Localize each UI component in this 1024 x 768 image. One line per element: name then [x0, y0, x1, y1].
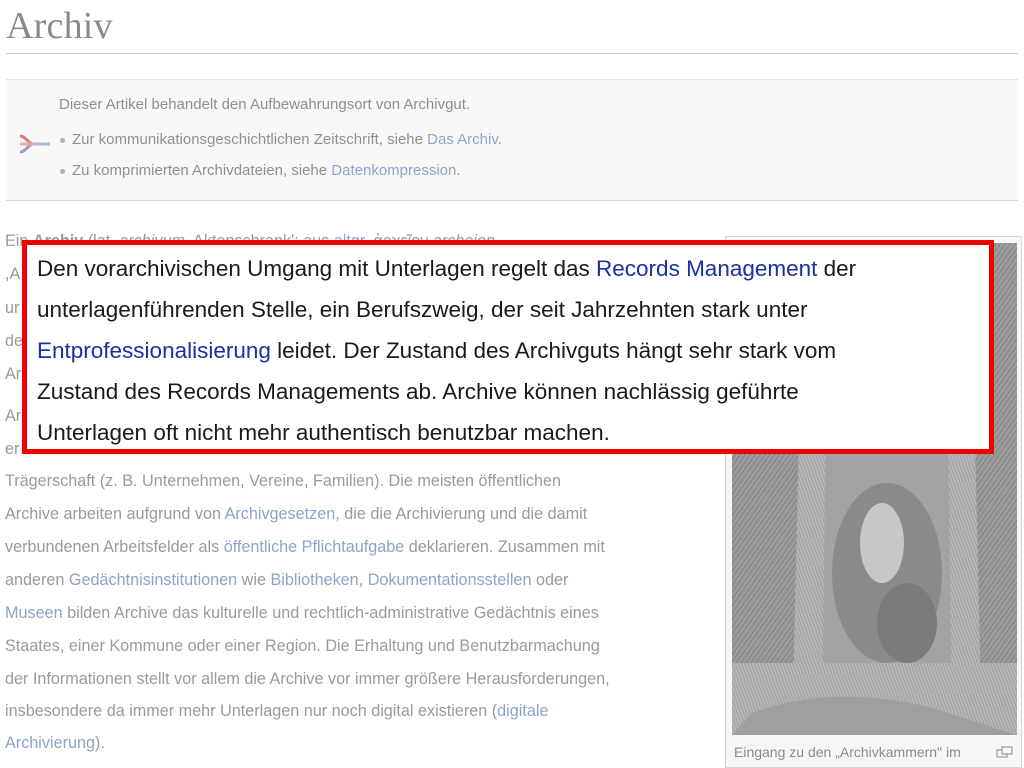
- link-oeffentliche-pflichtaufgabe[interactable]: öffentliche Pflichtaufgabe: [224, 538, 405, 556]
- body-line: er: [5, 440, 20, 458]
- body-line: Staates, einer Kommune oder einer Region…: [5, 637, 600, 655]
- body-text: verbundenen Arbeitsfelder als: [5, 538, 224, 556]
- link-archivgesetzen[interactable]: Archivgesetzen: [225, 505, 336, 523]
- body-line: Archivierung).: [5, 733, 105, 753]
- disambiguation-hatnote: Dieser Artikel behandelt den Aufbewahrun…: [6, 79, 1018, 201]
- body-text: , die die Archivierung und die damit: [335, 505, 588, 523]
- body-text: wie: [237, 571, 271, 589]
- link-dokumentationsstellen[interactable]: Dokumentationsstellen: [368, 571, 532, 589]
- disambiguation-icon: [19, 134, 50, 154]
- hatnote-item: Zu komprimierten Archivdateien, siehe Da…: [60, 161, 502, 192]
- body-line: ur: [5, 299, 20, 317]
- hatnote-item-text: Zur kommunikationsgeschichtlichen Zeitsc…: [72, 131, 428, 148]
- hatnote-item-text: Zu komprimierten Archivdateien, siehe: [72, 162, 332, 179]
- excerpt-line: Entprofessionalisierung leidet. Der Zust…: [37, 337, 836, 365]
- title-divider: [6, 53, 1018, 54]
- body-text: insbesondere da immer mehr Unterlagen nu…: [5, 702, 498, 720]
- body-line: insbesondere da immer mehr Unterlagen nu…: [5, 701, 548, 721]
- excerpt-line: Den vorarchivischen Umgang mit Unterlage…: [37, 255, 856, 283]
- body-line: der Informationen stellt vor allem die A…: [5, 670, 610, 688]
- body-text: deklarieren. Zusammen mit: [404, 538, 605, 556]
- link-bibliotheken[interactable]: Bibliotheken: [270, 571, 358, 589]
- body-line: ,A: [5, 265, 21, 283]
- excerpt-line: Zustand des Records Managements ab. Arch…: [37, 379, 799, 404]
- excerpt-text-segment: leidet. Der Zustand des Archivguts hängt…: [270, 338, 837, 363]
- body-line: verbundenen Arbeitsfelder als öffentlich…: [5, 537, 605, 557]
- link-gedaechtnisinstitutionen[interactable]: Gedächtnisinstitutionen: [69, 571, 237, 589]
- body-line: Trägerschaft (z. B. Unternehmen, Vereine…: [5, 472, 562, 490]
- link-entprofessionalisierung[interactable]: Entprofessionalisierung: [37, 338, 271, 363]
- hatnote-item: Zur kommunikationsgeschichtlichen Zeitsc…: [60, 130, 502, 161]
- hatnote-item-suffix: .: [497, 131, 502, 148]
- excerpt-line: Unterlagen oft nicht mehr authentisch be…: [37, 420, 610, 445]
- page-title: Archiv: [6, 5, 113, 47]
- hatnote-item-suffix: .: [456, 162, 461, 179]
- hatnote-intro: Dieser Artikel behandelt den Aufbewahrun…: [59, 96, 471, 113]
- body-text: anderen: [5, 571, 69, 589]
- body-line: Ar: [5, 407, 22, 425]
- excerpt-text-segment: Den vorarchivischen Umgang mit Unterlage…: [37, 256, 597, 281]
- body-text: ).: [94, 734, 105, 752]
- link-records-management[interactable]: Records Management: [596, 256, 817, 281]
- body-line: Archive arbeiten aufgrund von Archivgese…: [5, 504, 587, 524]
- body-line: Ar: [5, 365, 22, 383]
- body-text: ,: [358, 571, 368, 589]
- link-datenkompression[interactable]: Datenkompression: [331, 162, 456, 179]
- excerpt-line: unterlagenführenden Stelle, ein Berufszw…: [37, 297, 808, 322]
- thumbnail-caption: Eingang zu den „Archivkammern" im: [734, 744, 961, 760]
- link-archivierung[interactable]: Archivierung: [5, 734, 95, 752]
- highlighted-excerpt: Den vorarchivischen Umgang mit Unterlage…: [22, 240, 994, 454]
- body-text: oder: [531, 571, 569, 589]
- enlarge-icon[interactable]: [996, 746, 1014, 758]
- body-text: bilden Archive das kulturelle und rechtl…: [62, 604, 599, 622]
- body-line: Museen bilden Archive das kulturelle und…: [5, 603, 599, 623]
- link-museen[interactable]: Museen: [5, 604, 63, 622]
- link-digitale-archivierung[interactable]: digitale: [497, 702, 548, 720]
- body-text: Archive arbeiten aufgrund von: [5, 505, 225, 523]
- hatnote-list: Zur kommunikationsgeschichtlichen Zeitsc…: [60, 130, 502, 192]
- body-line: anderen Gedächtnisinstitutionen wie Bibl…: [5, 570, 568, 590]
- body-line: de: [5, 332, 24, 350]
- excerpt-text-segment: der: [817, 256, 857, 281]
- link-das-archiv[interactable]: Das Archiv: [427, 131, 498, 148]
